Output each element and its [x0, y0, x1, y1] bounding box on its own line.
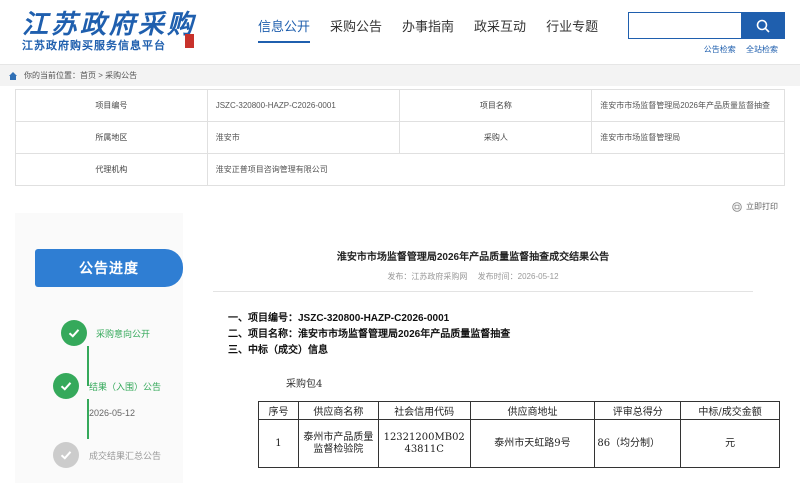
cell-score: 86（均分制） — [594, 419, 682, 468]
project-name-value: 淮安市市场监督管理局2026年产品质量监督抽查 — [591, 89, 785, 122]
project-no-value: JSZC-320800-HAZP-C2026-0001 — [206, 89, 401, 122]
site-logo[interactable]: 江苏政府采购 — [22, 4, 196, 41]
nav-item-interaction[interactable]: 政采互动 — [474, 16, 526, 43]
cell-amount: 元 — [680, 419, 780, 468]
col-header: 序号 — [258, 401, 299, 420]
cell-index: 1 — [258, 419, 299, 468]
table-row: 项目编号 JSZC-320800-HAZP-C2026-0001 项目名称 淮安… — [15, 89, 785, 122]
col-header: 供应商名称 — [297, 401, 379, 420]
result-table: 序号 供应商名称 社会信用代码 供应商地址 评审总得分 中标/成交金额 1 泰州… — [258, 401, 780, 468]
step-date-result: 2026-05-12 — [89, 408, 136, 418]
agency-value: 淮安正普项目咨询管理有限公司 — [206, 153, 786, 186]
purchaser-value: 淮安市市场监督管理局 — [591, 121, 785, 154]
cell-supplier: 泰州市产品质量监督检验院 — [297, 419, 379, 468]
print-button[interactable]: 立即打印 — [732, 201, 778, 212]
home-icon — [9, 71, 17, 80]
package-label: 采购包4 — [286, 379, 323, 390]
region-value: 淮安市 — [206, 121, 401, 154]
table-row: 代理机构 淮安正普项目咨询管理有限公司 — [15, 153, 786, 186]
step-label-result[interactable]: 结果（入围）公告 — [89, 380, 161, 393]
section-award-info: 三、中标（成交）信息 — [228, 345, 328, 356]
announcement-meta: 发布：江苏政府采购网 发布时间：2026-05-12 — [193, 271, 753, 282]
col-header: 中标/成交金额 — [680, 401, 780, 420]
breadcrumb-text: 你的当前位置：首页 > 采购公告 — [24, 71, 138, 80]
step-current-icon — [53, 373, 79, 399]
progress-title: 公告进度 — [35, 249, 183, 287]
project-name-label: 项目名称 — [399, 89, 593, 122]
site-search-link[interactable]: 全站检索 — [746, 45, 778, 54]
site-subtitle: 江苏政府购买服务信息平台 — [22, 40, 166, 52]
col-header: 评审总得分 — [594, 401, 682, 420]
site-header: 江苏政府采购 江苏政府购买服务信息平台 信息公开 采购公告 办事指南 政采互动 … — [0, 0, 800, 62]
main-nav: 信息公开 采购公告 办事指南 政采互动 行业专题 — [258, 16, 618, 43]
region-label: 所属地区 — [15, 121, 208, 154]
step-done-icon — [61, 320, 87, 346]
nav-item-procurement[interactable]: 采购公告 — [330, 16, 382, 43]
table-header-row: 序号 供应商名称 社会信用代码 供应商地址 评审总得分 中标/成交金额 — [258, 401, 780, 420]
cell-address: 泰州市天虹路9号 — [469, 419, 596, 468]
notice-search-link[interactable]: 公告检索 — [704, 45, 736, 54]
section-project-name: 二、项目名称：淮安市市场监督管理局2026年产品质量监督抽查 — [228, 329, 511, 340]
project-no-label: 项目编号 — [15, 89, 208, 122]
search-button[interactable] — [741, 12, 785, 39]
publish-time: 发布时间：2026-05-12 — [477, 272, 559, 281]
announcement-title: 淮安市市场监督管理局2026年产品质量监督抽查成交结果公告 — [336, 252, 610, 263]
nav-item-info[interactable]: 信息公开 — [258, 16, 311, 43]
search-links: 公告检索 全站检索 — [696, 44, 778, 55]
col-header: 社会信用代码 — [377, 401, 471, 420]
progress-panel: 公告进度 采购意向公开 结果（入围）公告 2026-05-12 成交结果汇总公告 — [15, 213, 183, 483]
agency-label: 代理机构 — [15, 153, 208, 186]
step-pending-icon — [53, 442, 79, 468]
table-row: 所属地区 淮安市 采购人 淮安市市场监督管理局 — [15, 121, 785, 154]
col-header: 供应商地址 — [469, 401, 596, 420]
project-info-table: 项目编号 JSZC-320800-HAZP-C2026-0001 项目名称 淮安… — [15, 89, 786, 186]
progress-connector — [87, 399, 89, 439]
print-icon — [732, 201, 742, 212]
print-label: 立即打印 — [746, 202, 778, 211]
divider — [213, 291, 753, 292]
section-project-no: 一、项目编号：JSZC-320800-HAZP-C2026-0001 — [228, 313, 450, 324]
seal-icon — [185, 34, 194, 48]
search-icon — [756, 19, 770, 33]
purchaser-label: 采购人 — [399, 121, 593, 154]
cell-credit-code: 12321200MB0243811C — [377, 419, 471, 468]
nav-item-topics[interactable]: 行业专题 — [546, 16, 598, 43]
breadcrumb: 你的当前位置：首页 > 采购公告 — [0, 64, 800, 86]
step-label-summary[interactable]: 成交结果汇总公告 — [89, 449, 161, 462]
step-label-intent[interactable]: 采购意向公开 — [96, 327, 150, 340]
search-input[interactable] — [628, 12, 741, 39]
publisher: 发布：江苏政府采购网 — [387, 272, 468, 281]
nav-item-guide[interactable]: 办事指南 — [402, 16, 454, 43]
table-row: 1 泰州市产品质量监督检验院 12321200MB0243811C 泰州市天虹路… — [258, 419, 780, 468]
